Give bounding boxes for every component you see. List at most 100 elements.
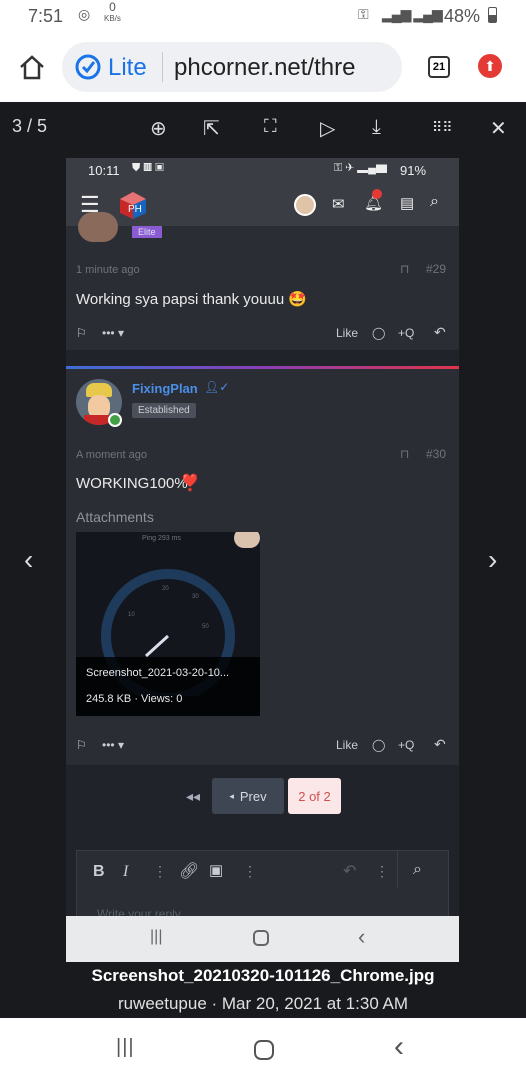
- inner-recents-icon: |||: [150, 928, 163, 945]
- attachment-name[interactable]: Screenshot_2021-03-20-10...: [86, 667, 229, 679]
- status-bar: 7:51 ◎ 0 KB/s ⚿ ▂▄▆ ▂▄▆ 48%: [0, 0, 526, 34]
- prev-label: Prev: [239, 788, 267, 804]
- system-nav-bar: ||| ‹: [0, 1018, 526, 1080]
- post-time: 1 minute ago: [76, 264, 140, 276]
- reply-icon[interactable]: ↶: [434, 324, 446, 341]
- attachments-heading: Attachments: [76, 509, 154, 525]
- more-menu-icon[interactable]: ••• ▾: [102, 326, 124, 340]
- svg-text:50: 50: [202, 624, 209, 630]
- post-number[interactable]: #29: [426, 262, 446, 276]
- thumbnail-avatar: [234, 532, 260, 548]
- url-text[interactable]: phcorner.net/thre: [174, 54, 396, 82]
- preview-icon[interactable]: ⌕: [413, 861, 422, 879]
- post-number[interactable]: #30: [426, 447, 446, 461]
- next-image-icon[interactable]: ›: [488, 544, 497, 576]
- previous-image-icon[interactable]: ‹: [24, 544, 33, 576]
- inner-notification-icons: ⛊ ▦ ▣: [132, 162, 164, 174]
- bookmark-icon[interactable]: ⊓: [400, 262, 409, 276]
- search-icon[interactable]: ⌕: [430, 193, 439, 211]
- prev-page-button[interactable]: ◂ Prev: [212, 778, 284, 814]
- svg-text:10: 10: [128, 612, 135, 618]
- battery-percent: 48%: [444, 6, 481, 26]
- image-icon[interactable]: ▣: [209, 861, 223, 879]
- report-icon[interactable]: ⚐: [76, 738, 87, 752]
- comment-icon[interactable]: ◯: [372, 738, 385, 752]
- key-icon: ⚿: [358, 6, 369, 22]
- screenshot-image: 10:11 ⛊ ▦ ▣ ⚿ ✈ ▂▄▆ 91% ☰ PH ✉ 🔔︎ ▤ ⌕ El…: [66, 158, 459, 962]
- more-options-icon[interactable]: ⋮: [375, 863, 389, 880]
- previous-post-tail: Elite: [66, 212, 459, 250]
- play-icon[interactable]: ▷: [320, 116, 335, 141]
- comment-icon[interactable]: ◯: [372, 326, 385, 340]
- post-author: FixingPlan 👤︎✓ Established: [66, 369, 459, 435]
- inner-signal-icons: ⚿ ✈ ▂▄▆: [334, 162, 387, 174]
- attachment-thumbnail[interactable]: Ping 293 ms 10 20 30 50 Screenshot_2021-03-…: [76, 532, 260, 716]
- network-speed: 0 KB/s: [104, 0, 121, 23]
- italic-icon[interactable]: I: [123, 863, 128, 881]
- like-button[interactable]: Like: [336, 738, 358, 752]
- back-button[interactable]: ‹: [394, 1030, 404, 1064]
- report-icon[interactable]: ⚐: [76, 326, 87, 340]
- post-29: 1 minute ago ⊓ #29 Working sya papsi tha…: [66, 250, 459, 350]
- inner-battery: 91%: [400, 163, 427, 178]
- ping-label: Ping 293 ms: [142, 535, 181, 542]
- download-icon[interactable]: ⤓: [372, 116, 381, 139]
- close-icon[interactable]: ✕: [490, 116, 507, 141]
- attachment-caption: Screenshot_2021-03-20-10... 245.8 KB · V…: [76, 657, 260, 716]
- tab-switcher-button[interactable]: 21: [428, 56, 450, 78]
- attachment-meta: 245.8 KB · Views: 0: [86, 693, 183, 705]
- url-bar[interactable]: Lite phcorner.net/thre: [62, 42, 402, 92]
- update-icon[interactable]: ⬆: [478, 54, 502, 78]
- post-time: A moment ago: [76, 449, 147, 461]
- inner-time: 10:11: [88, 163, 120, 178]
- forum-header: ☰ PH ✉ 🔔︎ ▤ ⌕: [66, 184, 459, 226]
- home-icon[interactable]: [18, 54, 46, 80]
- like-button[interactable]: Like: [336, 326, 358, 340]
- fullscreen-icon[interactable]: ⛶: [264, 116, 277, 137]
- battery-icon: [488, 7, 497, 23]
- notification-badge: [372, 189, 382, 199]
- lite-mode-icon: [75, 54, 101, 80]
- grid-icon[interactable]: ⠿⠿: [432, 119, 453, 136]
- author-name[interactable]: FixingPlan: [132, 381, 198, 396]
- prev-arrow-icon: ◂: [229, 790, 234, 801]
- link-icon[interactable]: 🔗︎: [179, 861, 199, 881]
- user-avatar[interactable]: [294, 194, 316, 216]
- role-badge: Elite: [132, 226, 162, 238]
- inner-status-bar: 10:11 ⛊ ▦ ▣ ⚿ ✈ ▂▄▆ 91%: [66, 158, 459, 184]
- heart-emoji: ❣️: [180, 475, 200, 492]
- open-external-icon[interactable]: ⇱: [203, 116, 220, 141]
- bold-icon[interactable]: B: [93, 863, 105, 881]
- quote-button[interactable]: +Q: [398, 326, 414, 340]
- inner-home-icon: [253, 930, 269, 946]
- browser-toolbar: Lite phcorner.net/thre 21 ⬆: [0, 34, 526, 102]
- post-30: A moment ago ⊓ #30 WORKING100% ❣️ Attach…: [66, 435, 459, 765]
- first-page-icon[interactable]: ◂◂: [186, 788, 200, 805]
- lite-label: Lite: [108, 54, 147, 81]
- verified-user-icon: 👤︎✓: [204, 380, 230, 394]
- author-badge: Established: [132, 403, 196, 418]
- url-divider: [162, 52, 163, 82]
- toolbar-divider: [397, 851, 398, 889]
- home-button[interactable]: [254, 1040, 274, 1060]
- previous-avatar: [78, 212, 118, 242]
- svg-text:30: 30: [192, 594, 199, 600]
- document-icon[interactable]: ▤: [400, 194, 414, 212]
- inner-nav-bar: ||| ‹: [66, 916, 459, 962]
- zoom-in-icon[interactable]: ⊕: [150, 116, 167, 141]
- image-filename: Screenshot_20210320-101126_Chrome.jpg: [91, 966, 435, 985]
- bookmark-icon[interactable]: ⊓: [400, 447, 409, 461]
- more-menu-icon[interactable]: ••• ▾: [102, 738, 124, 752]
- more-format-icon[interactable]: ⋮: [153, 863, 167, 880]
- more-insert-icon[interactable]: ⋮: [243, 863, 257, 880]
- reply-icon[interactable]: ↶: [434, 736, 446, 753]
- undo-icon[interactable]: ↶: [343, 861, 356, 881]
- current-page[interactable]: 2 of 2: [288, 778, 341, 814]
- svg-text:20: 20: [162, 586, 169, 592]
- forum-logo[interactable]: PH: [118, 190, 148, 220]
- recents-button[interactable]: |||: [116, 1036, 135, 1059]
- quote-button[interactable]: +Q: [398, 738, 414, 752]
- inner-back-icon: ‹: [358, 924, 366, 949]
- online-indicator: [108, 413, 122, 427]
- mail-icon[interactable]: ✉: [332, 195, 345, 213]
